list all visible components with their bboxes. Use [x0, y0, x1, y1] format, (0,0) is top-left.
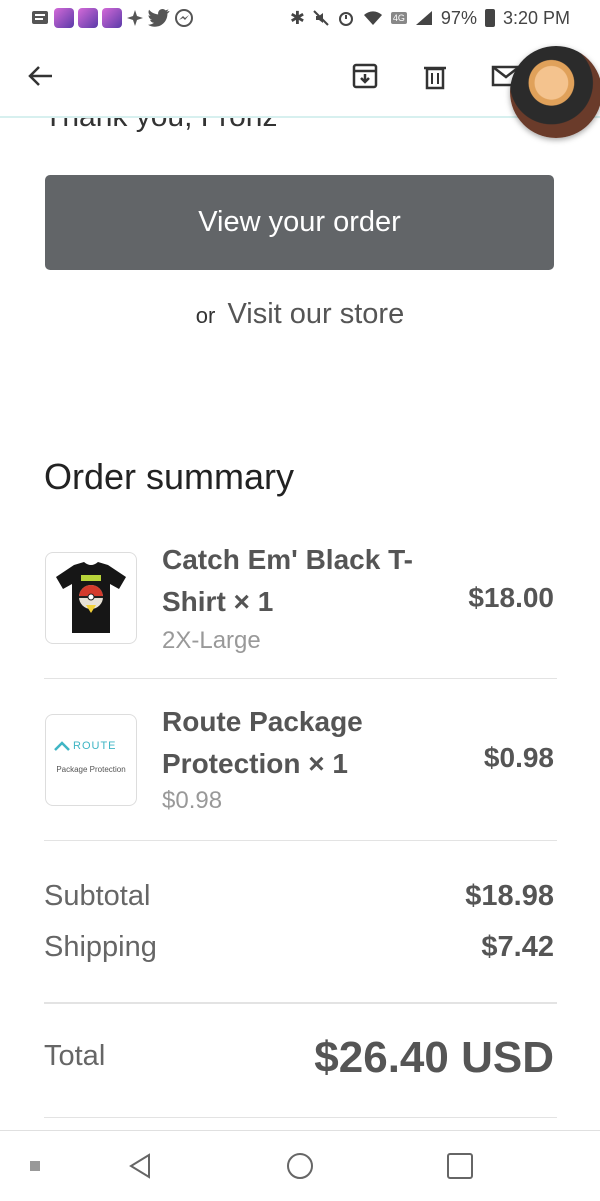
item-price: $18.00	[468, 582, 554, 613]
game-app-icon	[102, 8, 122, 28]
shipping-label: Shipping	[44, 931, 157, 963]
order-item: Catch Em' Black T-Shirt × 1 2X-Large $18…	[45, 544, 557, 662]
signal-icon	[415, 11, 432, 25]
wifi-icon	[363, 11, 382, 25]
archive-icon	[352, 63, 378, 89]
divider	[44, 1117, 557, 1118]
app-bar	[0, 36, 600, 118]
total-value: $26.40 USD	[314, 1033, 554, 1082]
nav-back-icon[interactable]	[125, 1151, 155, 1181]
bluetooth-icon: ✱	[289, 7, 305, 28]
view-order-button[interactable]: View your order	[45, 175, 554, 270]
game-app-icon	[54, 8, 74, 28]
delete-button[interactable]	[415, 56, 455, 96]
divider	[44, 678, 557, 679]
route-chevron-icon	[54, 741, 70, 751]
subtotal-value: $18.98	[465, 880, 554, 912]
network-label: 4G	[390, 12, 407, 24]
pin-icon	[127, 10, 143, 26]
account-avatar[interactable]	[510, 46, 600, 138]
nav-recents-icon[interactable]	[445, 1151, 475, 1181]
order-item: ROUTE Package Protection Route Package P…	[45, 706, 557, 824]
order-summary-title: Order summary	[44, 456, 295, 497]
battery-icon	[484, 9, 495, 27]
item-variant: 2X-Large	[162, 627, 261, 654]
tshirt-thumbnail	[45, 552, 137, 644]
item-price: $0.98	[483, 742, 554, 773]
visit-store-line: or Visit our store	[0, 298, 600, 331]
messenger-icon	[175, 9, 193, 27]
back-button[interactable]	[20, 56, 60, 96]
clock: 3:20 PM	[502, 7, 570, 28]
route-logo: ROUTE	[54, 740, 117, 752]
subtotal-label: Subtotal	[44, 880, 151, 912]
item-name: Route Package Protection × 1	[162, 706, 363, 779]
system-status: ✱ 4G 97% 3:20 PM	[290, 6, 570, 30]
divider	[44, 1002, 557, 1004]
archive-button[interactable]	[345, 56, 385, 96]
shipping-value: $7.42	[481, 931, 554, 963]
message-icon	[32, 11, 48, 24]
visit-store-link[interactable]: Visit our store	[227, 298, 404, 330]
battery-percent: 97%	[440, 7, 477, 28]
game-app-icon	[78, 8, 98, 28]
item-name: Catch Em' Black T-Shirt × 1	[162, 544, 413, 617]
route-thumbnail: ROUTE Package Protection	[45, 714, 137, 806]
mute-icon	[313, 10, 329, 26]
route-logo-subtext: Package Protection	[56, 765, 126, 774]
total-label: Total	[44, 1040, 106, 1072]
tshirt-image	[56, 562, 126, 633]
or-label: or	[195, 303, 216, 328]
back-arrow-icon	[28, 66, 52, 86]
trash-icon	[424, 66, 446, 90]
item-variant: $0.98	[162, 787, 223, 814]
system-nav-bar	[0, 1130, 600, 1201]
status-bar: ✱ 4G 97% 3:20 PM	[0, 0, 600, 36]
alarm-icon	[338, 12, 353, 26]
route-logo-text: ROUTE	[73, 740, 117, 752]
twitter-icon	[148, 9, 170, 27]
nav-indicator-icon	[30, 1161, 40, 1171]
nav-home-icon[interactable]	[285, 1151, 315, 1181]
divider	[44, 840, 557, 841]
notification-icons	[30, 6, 194, 30]
